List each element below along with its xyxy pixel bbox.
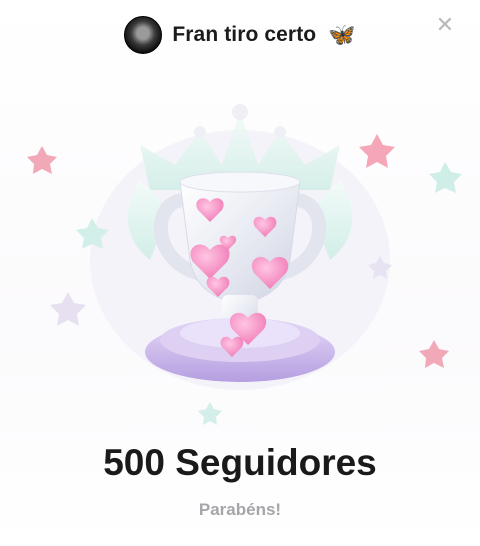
crown-jewel-icon	[194, 126, 206, 138]
congrats-subtitle: Parabéns!	[198, 500, 282, 519]
header: Fran tiro certo 🦋	[0, 15, 480, 55]
star-icon	[429, 162, 462, 193]
username: Fran tiro certo	[172, 23, 317, 46]
milestone-title: 500 Seguidores	[103, 442, 377, 483]
crown-jewel-icon	[232, 104, 248, 120]
close-icon[interactable]: ✕	[432, 12, 458, 38]
butterfly-emoji: 🦋	[328, 22, 356, 47]
trophy-rim-shape	[179, 171, 301, 193]
crown-jewel-icon	[274, 126, 286, 138]
milestone-card: Fran tiro certo 🦋 ✕ 500 Seguidores Parab…	[0, 0, 480, 546]
star-icon	[198, 402, 222, 425]
star-icon	[359, 134, 395, 168]
avatar	[124, 16, 163, 54]
star-icon	[419, 340, 449, 368]
trophy-illustration	[27, 104, 462, 425]
star-icon	[50, 292, 86, 326]
star-icon	[27, 146, 57, 174]
